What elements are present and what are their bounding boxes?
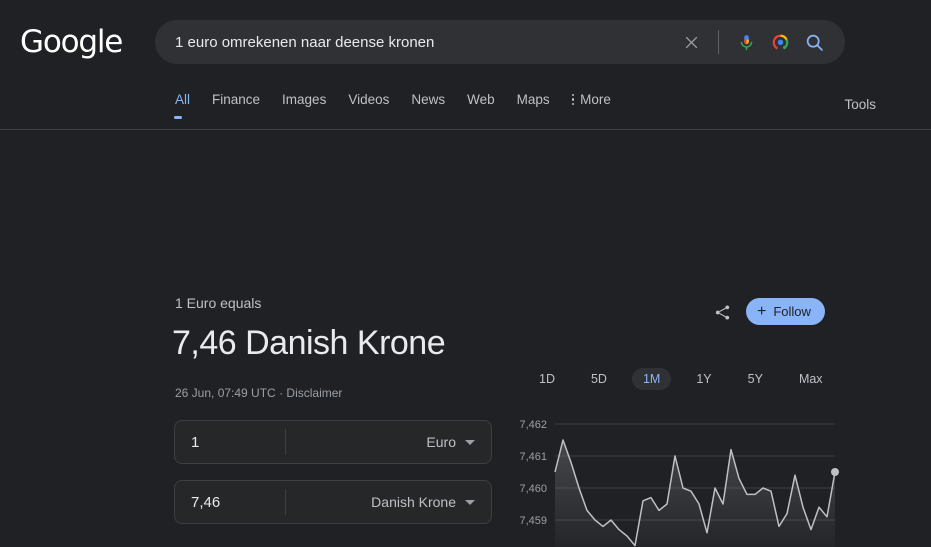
from-amount-input[interactable]: 1 [175,434,285,451]
share-icon[interactable] [708,298,736,326]
range-1y[interactable]: 1Y [685,368,722,390]
divider [718,30,719,54]
range-1m[interactable]: 1M [631,368,672,390]
range-5d[interactable]: 5D [580,368,618,390]
range-5y[interactable]: 5Y [737,368,774,390]
tab-maps[interactable]: Maps [517,92,564,119]
timestamp-text: 26 Jun, 07:49 UTC [175,386,276,400]
kebab-menu-icon [571,93,575,106]
microphone-icon[interactable] [729,25,763,59]
page-title: 7,46 Danish Krone [172,324,446,362]
more-menu-button[interactable]: More [571,92,611,107]
tab-videos[interactable]: Videos [348,92,403,119]
search-input[interactable]: 1 euro omrekenen naar deense kronen [155,34,674,51]
to-amount-input[interactable]: 7,46 [175,494,285,511]
panel-timestamp: 26 Jun, 07:49 UTC · Disclaimer [175,386,342,400]
currency-knowledge-panel: 1 Euro equals 7,46 Danish Krone 26 Jun, … [0,130,931,547]
y-axis-tick-label: 7,461 [519,451,547,463]
search-nav-tabs: All Finance Images Videos News Web Maps … [173,92,611,119]
y-axis-tick-label: 7,459 [519,515,547,527]
from-currency-select[interactable]: Euro [286,434,491,450]
to-currency-label: Danish Krone [371,494,456,510]
search-header: Google 1 euro omrekenen naar deense kron… [0,0,931,130]
from-currency-label: Euro [426,434,456,450]
plus-icon: + [757,302,767,320]
chart-range-tabs: 1D 5D 1M 1Y 5Y Max [528,368,848,390]
search-icon[interactable] [797,25,831,59]
more-menu-label: More [580,92,611,107]
tools-button[interactable]: Tools [844,97,876,112]
range-1d[interactable]: 1D [528,368,566,390]
to-currency-select[interactable]: Danish Krone [286,494,491,510]
panel-eyebrow: 1 Euro equals [175,295,262,311]
follow-button[interactable]: + Follow [746,298,825,325]
converter-from-row[interactable]: 1 Euro [174,420,492,464]
follow-button-label: Follow [773,304,811,319]
range-max[interactable]: Max [788,368,834,390]
tab-all[interactable]: All [173,92,204,119]
google-lens-icon[interactable] [763,25,797,59]
search-bar[interactable]: 1 euro omrekenen naar deense kronen [155,20,845,64]
tab-images[interactable]: Images [282,92,340,119]
chevron-down-icon [465,439,475,445]
close-icon[interactable] [674,25,708,59]
y-axis-tick-label: 7,462 [519,419,547,431]
exchange-rate-chart[interactable]: 7,4627,4617,4607,4597,4585 Jun16 Jun [500,408,840,547]
chevron-down-icon [465,499,475,505]
tab-finance[interactable]: Finance [212,92,274,119]
disclaimer-link[interactable]: Disclaimer [286,386,342,400]
converter-to-row[interactable]: 7,46 Danish Krone [174,480,492,524]
chart-end-marker [831,468,839,476]
tab-web[interactable]: Web [467,92,509,119]
google-logo[interactable]: Google [20,24,123,60]
y-axis-tick-label: 7,460 [519,483,547,495]
meta-separator: · [279,386,284,400]
tab-news[interactable]: News [411,92,459,119]
